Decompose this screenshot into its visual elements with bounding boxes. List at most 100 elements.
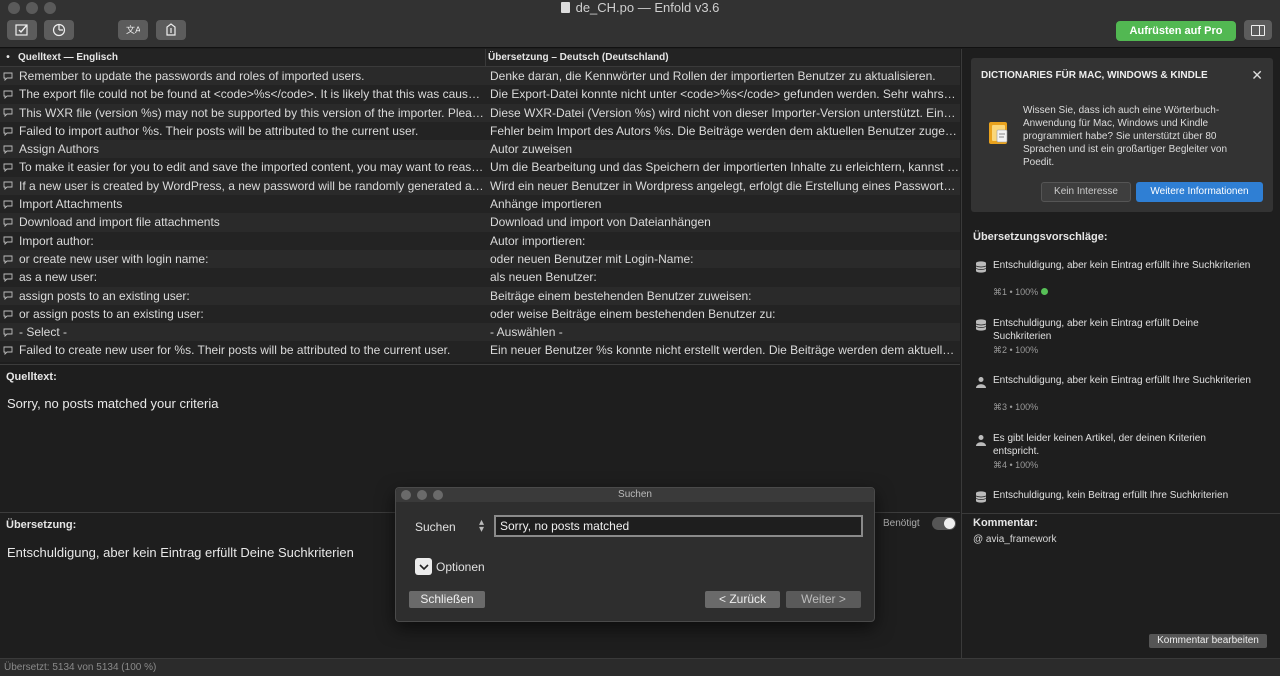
table-row[interactable]: Import author: Autor importieren: [0,232,960,250]
row-translation: Fehler beim Import des Autors %s. Die Be… [490,123,960,138]
comment-icon [0,67,16,85]
previous-button[interactable]: < Zurück [705,591,780,608]
row-translation: Wird ein neuer Benutzer in Wordpress ang… [490,178,960,193]
comment-icon [0,122,16,140]
exact-match-dot [1041,288,1049,295]
table-row[interactable]: Failed to import author %s. Their posts … [0,122,960,140]
toolbar: de_CH.po — Enfold v3.6 文A Aufrüsten auf … [0,0,1280,48]
table-body: Remember to update the passwords and rol… [0,67,960,360]
table-row[interactable]: The export file could not be found at <c… [0,85,960,103]
row-translation: Die Export-Datei konnte nicht unter <cod… [490,87,960,102]
row-translation: Um die Bearbeitung und das Speichern der… [490,160,960,175]
suggestion-item[interactable]: Entschuldigung, aber kein Eintrag erfüll… [973,374,1263,426]
promo-title: DICTIONARIES FÜR MAC, WINDOWS & KINDLE [981,70,1208,81]
row-translation: Diese WXR-Datei (Version %s) wird nicht … [490,105,960,120]
row-source: as a new user: [19,270,98,285]
document-icon [560,2,570,13]
comment-icon [0,341,16,359]
table-row[interactable]: as a new user: als neuen Benutzer: [0,268,960,286]
row-translation: Ein neuer Benutzer %s konnte nicht erste… [490,343,960,358]
comment-icon [0,158,16,176]
translation-column-header[interactable]: Übersetzung – Deutsch (Deutschland) [486,49,960,66]
row-source: The export file could not be found at <c… [19,87,486,102]
row-source: - Select - [19,325,68,340]
table-row[interactable]: - Select - - Auswählen - [0,323,960,342]
row-source: If a new user is created by WordPress, a… [19,178,486,193]
close-icon[interactable]: ✕ [1251,67,1263,84]
table-row[interactable]: To make it easier for you to edit and sa… [0,158,960,176]
suggestion-shortcut: ⌘2 • 100% [993,345,1039,355]
dialog-minimize-dot[interactable] [417,490,427,500]
suggestion-meta: ⌘1 • 100% [993,287,1049,298]
needs-work-toggle[interactable] [932,517,956,530]
flag-column-header[interactable]: • [0,49,16,66]
next-button[interactable]: Weiter > [786,591,861,608]
suggestion-text: Entschuldigung, aber kein Eintrag erfüll… [993,375,1251,386]
database-icon [975,261,987,273]
table-row[interactable]: Assign Authors Autor zuweisen [0,140,960,159]
row-source: Download and import file attachments [19,215,220,230]
needs-work-label: Benötigt [883,518,920,529]
window-title: de_CH.po — Enfold v3.6 [0,0,1280,16]
table-row[interactable]: Remember to update the passwords and rol… [0,67,960,86]
suggestion-item[interactable]: Es gibt leider keinen Artikel, der deine… [973,432,1263,484]
not-interested-button[interactable]: Kein Interesse [1041,182,1131,202]
comment-area: Kommentar: @ avia_framework Kommentar be… [962,513,1280,658]
suggestion-item[interactable]: Entschuldigung, kein Beitrag erfüllt Ihr… [973,489,1263,504]
options-label[interactable]: Optionen [436,560,485,574]
suggestion-shortcut: ⌘1 • 100% [993,287,1039,297]
table-header: • Quelltext — Englisch Übersetzung – Deu… [0,49,960,67]
search-mode-label[interactable]: Suchen [415,520,456,534]
suggestion-shortcut: ⌘4 • 100% [993,460,1039,470]
search-input[interactable] [494,515,863,537]
row-source: Import Attachments [19,197,123,212]
person-icon [976,377,986,388]
suggestion-item[interactable]: Entschuldigung, aber kein Eintrag erfüll… [973,259,1263,311]
translate-icon: 文A [126,24,140,36]
table-row[interactable]: assign posts to an existing user: Beiträg… [0,286,960,305]
upgrade-pro-button[interactable]: Aufrüsten auf Pro [1116,21,1236,41]
row-translation: oder weise Beiträge einem bestehenden Be… [490,306,776,321]
person-icon [976,435,986,446]
suggestion-text: Entschuldigung, aber kein Eintrag erfüll… [993,260,1251,271]
suggestion-item[interactable]: Entschuldigung, aber kein Eintrag erfüll… [973,317,1263,369]
table-row[interactable]: Failed to create new user for %s. Their … [0,341,960,359]
validate-button[interactable] [7,20,37,40]
sidebar: DICTIONARIES FÜR MAC, WINDOWS & KINDLE ✕… [961,49,1280,658]
dialog-close-dot[interactable] [401,490,411,500]
comment-icon [0,268,16,286]
more-info-button[interactable]: Weitere Informationen [1136,182,1263,202]
statistics-button[interactable] [44,20,74,40]
row-source: Assign Authors [19,142,100,157]
table-row[interactable]: or assign posts to an existing user: oder… [0,305,960,323]
table-row[interactable]: This WXR file (version %s) may not be su… [0,103,960,122]
dialog-zoom-dot[interactable] [433,490,443,500]
table-row[interactable]: If a new user is created by WordPress, a… [0,176,960,196]
table-row[interactable]: Import Attachments Anhänge importieren [0,195,960,213]
row-source: Remember to update the passwords and rol… [19,69,365,83]
upload-button[interactable] [156,20,186,40]
sidebar-toggle-button[interactable] [1244,20,1272,40]
dialog-title: Suchen [618,489,652,500]
progress-icon [52,23,66,37]
options-disclosure[interactable] [415,558,432,575]
table-row[interactable]: Download and import file attachments Down… [0,213,960,232]
validate-icon [15,24,28,36]
comment-icon [0,195,16,213]
suggestion-meta: ⌘2 • 100% [993,345,1038,356]
source-column-header[interactable]: Quelltext — Englisch [16,49,486,66]
row-source: assign posts to an existing user: [19,288,190,303]
translate-button[interactable]: 文A [118,20,148,40]
comment-icon [0,213,16,231]
suggestions-title: Übersetzungsvorschläge: [973,231,1108,243]
row-translation: als neuen Benutzer: [490,270,597,285]
dialog-titlebar[interactable]: Suchen [396,488,874,502]
close-button[interactable]: Schließen [409,591,485,608]
row-source: Failed to create new user for %s. Their … [19,343,451,358]
promo-text: Wissen Sie, dass ich auch eine Wörterbuc… [1023,105,1228,168]
chevron-updown-icon[interactable]: ▴ ▾ [479,518,484,535]
comment-icon [0,85,16,103]
table-row[interactable]: or create new user with login name: oder … [0,249,960,269]
edit-comment-button[interactable]: Kommentar bearbeiten [1149,634,1267,648]
comment-icon [0,232,16,250]
